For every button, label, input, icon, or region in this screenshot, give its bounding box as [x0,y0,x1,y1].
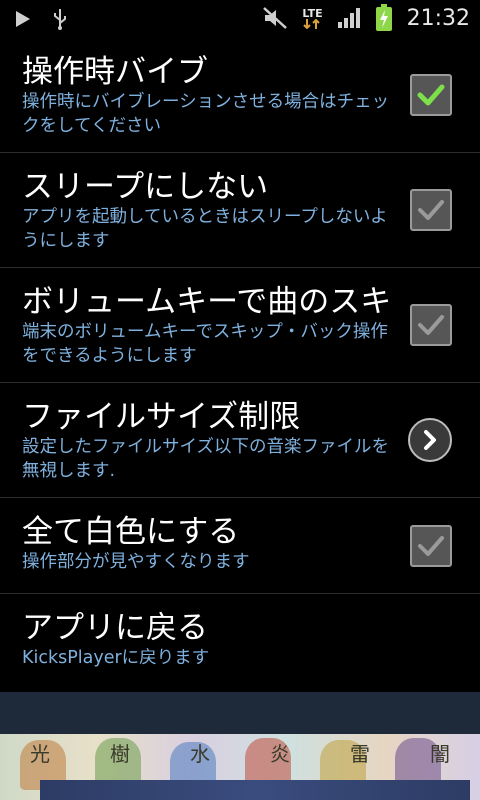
list-footer-area [0,692,480,734]
check-icon [418,200,444,220]
setting-description: KicksPlayerに戻ります [22,648,210,668]
setting-title: 全て白色にする [22,514,240,550]
ad-glyph: 雷 [350,742,370,766]
check-icon [417,84,445,106]
ad-strip [40,780,470,800]
ad-glyph: 光 [30,742,50,766]
volume-key-checkbox[interactable] [410,304,452,346]
ad-banner[interactable]: 光 樹 水 炎 雷 闇 [0,734,480,800]
setting-description: 設定したファイルサイズ以下の音楽ファイルを無視します. [22,437,389,481]
setting-description: 端末のボリュームキーでスキップ・バック操作をできるようにします [22,322,388,366]
setting-title: スリープにしない [22,169,269,205]
play-icon [16,11,30,27]
check-icon [418,315,444,335]
clock: 21:32 [406,5,470,31]
setting-file-size-limit[interactable]: ファイルサイズ制限 設定したファイルサイズ以下の音楽ファイルを無視します. [0,383,480,498]
setting-vibrate[interactable]: 操作時バイブ 操作時にバイブレーションさせる場合はチェックをしてください [0,38,480,153]
no-sleep-checkbox[interactable] [410,189,452,231]
setting-description: 操作部分が見やすくなります [22,552,250,572]
setting-description: 操作時にバイブレーションさせる場合はチェックをしてください [22,92,390,136]
ad-glyph: 水 [190,742,210,766]
file-size-chevron[interactable] [408,418,452,462]
setting-title: ボリュームキーで曲のスキ [22,284,390,320]
battery-charging-icon [375,4,392,31]
lte-label: LTE [302,6,323,20]
setting-all-white[interactable]: 全て白色にする 操作部分が見やすくなります [0,498,480,594]
setting-back-to-app[interactable]: アプリに戻る KicksPlayerに戻ります [0,594,480,692]
ad-glyph: 闇 [430,742,450,766]
setting-title: ファイルサイズ制限 [22,399,301,435]
setting-title: アプリに戻る [22,610,208,646]
chevron-right-icon [424,430,436,450]
vibrate-checkbox[interactable] [410,74,452,116]
settings-list: 操作時バイブ 操作時にバイブレーションさせる場合はチェックをしてください スリー… [0,38,480,692]
ad-glyph: 炎 [270,742,290,766]
status-bar: LTE 21:32 [0,0,480,38]
mute-icon [263,7,288,29]
setting-volume-key-skip[interactable]: ボリュームキーで曲のスキ 端末のボリュームキーでスキップ・バック操作をできるよう… [0,268,480,383]
lte-icon: LTE [302,6,323,29]
signal-icon [337,8,360,28]
check-icon [418,535,444,556]
setting-description: アプリを起動しているときはスリープしないようにします [22,207,388,251]
usb-icon [54,9,66,30]
ad-glyph: 樹 [110,742,130,766]
setting-no-sleep[interactable]: スリープにしない アプリを起動しているときはスリープしないようにします [0,153,480,268]
all-white-checkbox[interactable] [410,524,452,567]
setting-title: 操作時バイブ [22,54,208,90]
